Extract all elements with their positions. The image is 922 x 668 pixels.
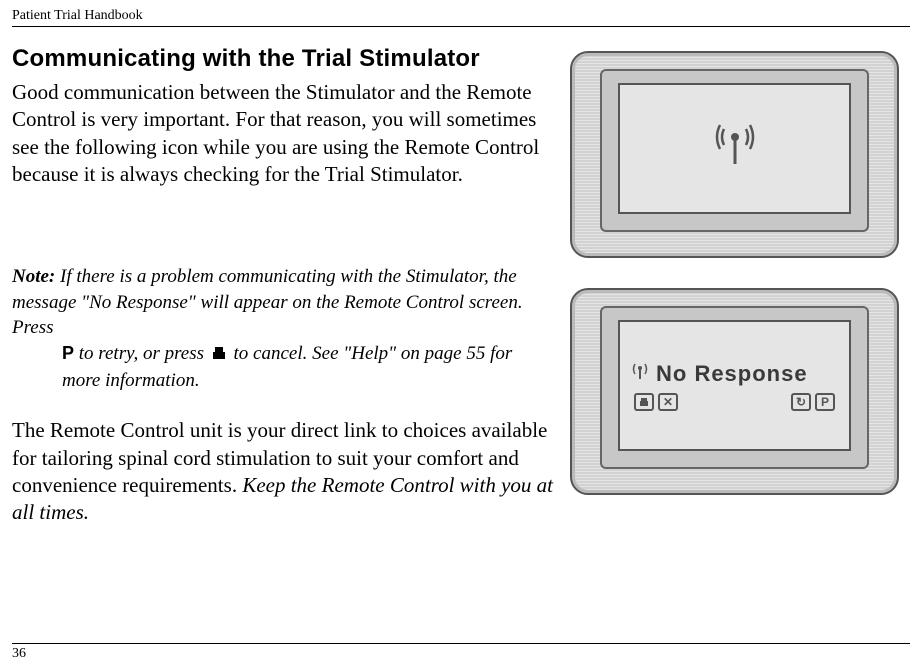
p-icon-box: P [815, 393, 835, 411]
page-number: 36 [12, 643, 910, 662]
running-header: Patient Trial Handbook [12, 8, 910, 27]
screen-icon-row: ✕ ↻ P [630, 393, 839, 411]
note-label: Note: [12, 266, 55, 287]
section-heading: Communicating with the Trial Stimulator [12, 45, 554, 73]
icon-group-right: ↻ P [791, 393, 835, 411]
no-response-label: No Response [656, 361, 808, 387]
text-column: Communicating with the Trial Stimulator … [12, 45, 562, 526]
antenna-small-icon [630, 361, 650, 386]
device-screen-2: No Response [618, 320, 851, 451]
device-body-1 [570, 51, 899, 258]
note-block: Note: If there is a problem communicatin… [12, 264, 554, 393]
image-column: No Response [562, 45, 910, 526]
device-figure-1 [562, 45, 907, 270]
intro-paragraph: Good communication between the Stimulato… [12, 79, 554, 188]
refresh-icon-box: ↻ [791, 393, 811, 411]
device-inner-1 [600, 69, 869, 232]
device-screen-1 [618, 83, 851, 214]
device-body-2: No Response [570, 288, 899, 495]
closing-paragraph: The Remote Control unit is your direct l… [12, 417, 554, 526]
content-wrapper: Communicating with the Trial Stimulator … [12, 45, 910, 526]
icon-group-left: ✕ [634, 393, 678, 411]
x-icon-box: ✕ [658, 393, 678, 411]
no-response-row: No Response [630, 361, 839, 387]
note-body: P to retry, or press to cancel. See "Hel… [62, 341, 554, 393]
no-response-content: No Response [620, 322, 849, 449]
p-button-icon: P [62, 341, 74, 365]
note-part2: to retry, or press [79, 343, 209, 364]
device-inner-2: No Response [600, 306, 869, 469]
area-button-icon [212, 342, 226, 368]
area-icon-box [634, 393, 654, 411]
device-figure-2: No Response [562, 282, 907, 507]
note-part1: If there is a problem communicating with… [12, 266, 523, 338]
antenna-icon [710, 119, 760, 179]
